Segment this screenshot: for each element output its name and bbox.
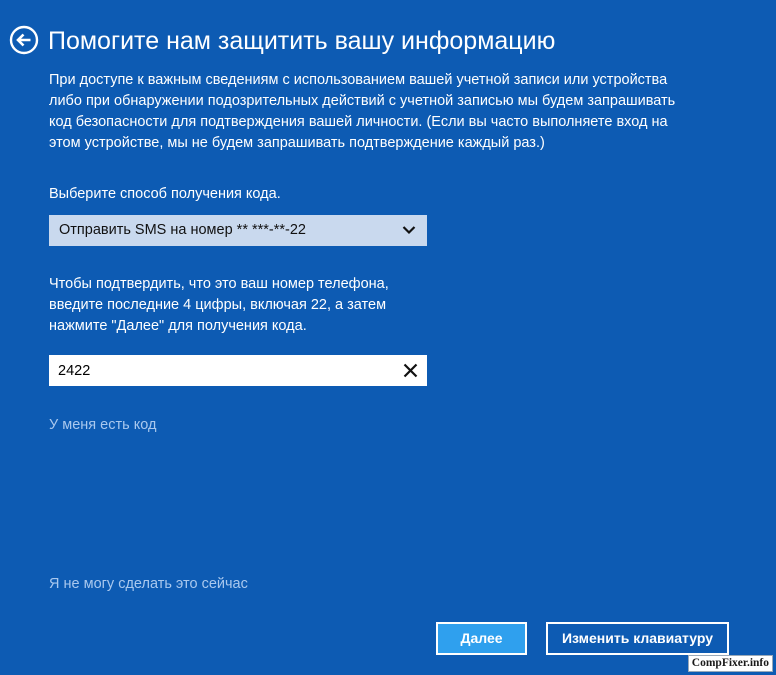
close-icon [403,363,418,378]
cant-do-now-link[interactable]: Я не могу сделать это сейчас [49,574,248,595]
back-arrow-circle-icon [9,25,39,55]
confirm-instructions: Чтобы подтвердить, что это ваш номер тел… [49,274,389,337]
confirm-line: Чтобы подтвердить, что это ваш номер тел… [49,276,389,292]
phone-digits-field [49,355,427,386]
page-title: Помогите нам защитить вашу информацию [48,27,556,55]
chevron-down-icon [402,226,416,235]
change-keyboard-button[interactable]: Изменить клавиатуру [546,622,729,655]
intro-line: либо при обнаружении подозрительных дейс… [49,93,676,109]
code-method-selected-value: Отправить SMS на номер ** ***-**-22 [59,222,306,238]
method-label: Выберите способ получения кода. [49,186,281,202]
confirm-line: введите последние 4 цифры, включая 22, а… [49,297,387,313]
next-button[interactable]: Далее [436,622,527,655]
confirm-line: нажмите "Далее" для получения кода. [49,318,307,334]
clear-input-button[interactable] [403,363,418,378]
watermark: CompFixer.info [687,655,773,672]
intro-line: код безопасности для подтверждения вашей… [49,114,668,130]
intro-text: При доступе к важным сведениям с использ… [49,70,719,154]
code-method-select[interactable]: Отправить SMS на номер ** ***-**-22 [49,215,427,246]
intro-line: При доступе к важным сведениям с использ… [49,72,668,88]
intro-line: этом устройстве, мы не будем запрашивать… [49,135,545,151]
phone-digits-input[interactable] [49,355,389,386]
back-button[interactable] [9,25,39,55]
have-code-link[interactable]: У меня есть код [49,415,156,436]
